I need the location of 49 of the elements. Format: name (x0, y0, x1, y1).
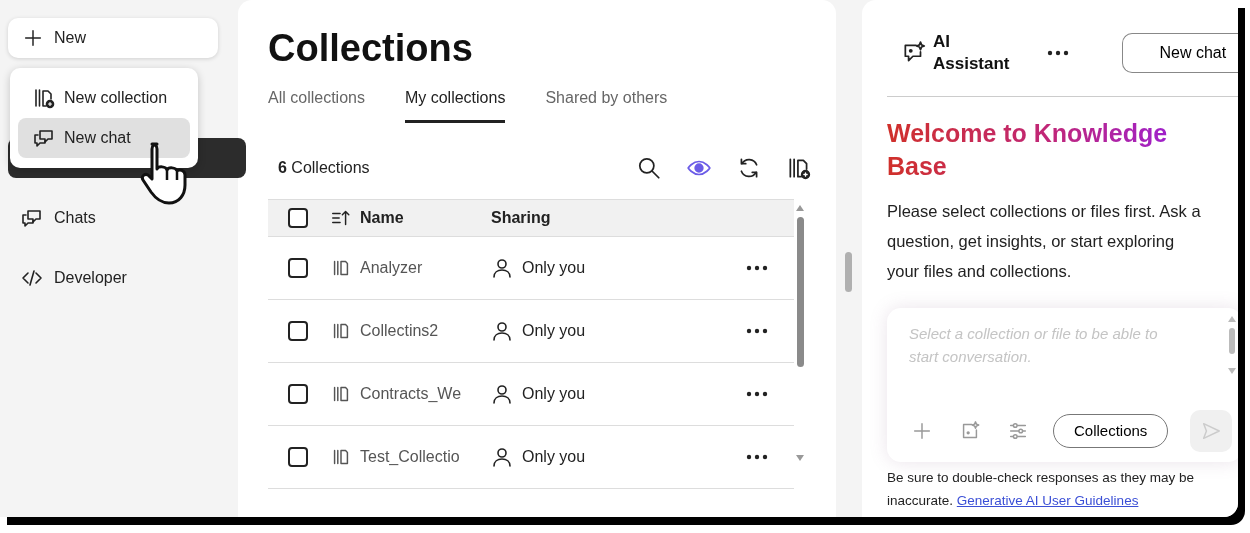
collection-count: 6 Collections (278, 157, 370, 178)
new-button[interactable]: New (8, 18, 218, 58)
scrollbar[interactable] (1228, 314, 1237, 376)
more-icon (746, 264, 768, 271)
checkbox[interactable] (288, 320, 308, 341)
tab[interactable]: My collections (404, 85, 506, 123)
sidebar-item[interactable]: Developer (20, 258, 230, 298)
resize-handle[interactable] (845, 252, 852, 292)
tab[interactable]: All collections (268, 85, 365, 123)
collection-name[interactable]: Test_Collectio (360, 444, 460, 469)
collections-button[interactable]: Collections (1053, 414, 1169, 448)
intro-text: Please select collections or files first. Ask a question, get insights, or start exploring your files and collections. (887, 201, 1202, 282)
sliders-icon (1007, 420, 1029, 442)
more-button[interactable] (746, 327, 768, 334)
sharing-status: Only you (522, 320, 586, 341)
sharing-status: Only you (522, 446, 586, 467)
more-button[interactable] (1047, 50, 1069, 56)
collection-name[interactable]: Analyzer (360, 255, 423, 280)
column-header: Sharing (491, 207, 551, 228)
send-icon (1200, 420, 1223, 442)
disclaimer-text: Be sure to double-check responses as they may be inaccurate. Generative AI User Guidelines (887, 469, 1195, 510)
sharing-status: Only you (522, 383, 586, 404)
collection-name[interactable]: Collectins2 (360, 318, 439, 343)
more-icon (746, 327, 768, 334)
guidelines-link[interactable]: Generative AI User Guidelines (956, 493, 1139, 508)
checkbox[interactable] (288, 207, 308, 228)
plus-icon (911, 420, 933, 442)
more-icon (1047, 50, 1069, 56)
chat-input[interactable]: Select a collection or file to be able to start conversation. Collections (887, 308, 1238, 462)
menu-item[interactable]: New collection (18, 78, 190, 118)
collection-icon (32, 86, 56, 110)
plus-icon (22, 27, 44, 49)
checkbox[interactable] (288, 383, 308, 404)
checkbox[interactable] (288, 446, 308, 467)
new-chat-button[interactable]: New chat (1122, 33, 1238, 73)
more-icon (746, 453, 768, 460)
menu-item[interactable]: New chat (18, 118, 190, 158)
more-button[interactable] (746, 453, 768, 460)
more-icon (746, 390, 768, 397)
panel-title: AI Assistant (933, 30, 1011, 75)
sidebar-item[interactable]: Chats (20, 198, 230, 238)
column-header[interactable]: Name (360, 205, 404, 230)
more-button[interactable] (746, 264, 768, 271)
tab[interactable]: Shared by others (545, 85, 668, 123)
more-button[interactable] (746, 390, 768, 397)
page-title: Collections (268, 26, 474, 71)
sharing-status: Only you (522, 257, 586, 278)
checkbox[interactable] (288, 257, 308, 278)
collection-name[interactable]: Contracts_We (360, 381, 462, 406)
